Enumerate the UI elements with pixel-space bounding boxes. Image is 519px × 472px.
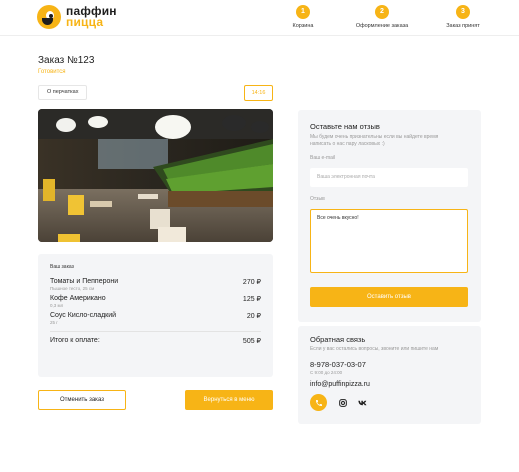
email-field[interactable]: Ваша электронная почта (310, 168, 468, 187)
phone-icon[interactable] (310, 394, 327, 411)
step-cart: 1 Корзина (263, 5, 343, 29)
contact-hours: С 9:00 до 24:00 (310, 370, 343, 375)
divider (50, 331, 261, 332)
contact-panel: Обратная связь Если у вас остались вопро… (298, 326, 481, 424)
order-time-badge: 14:16 (244, 85, 273, 101)
order-item: Томаты и Пепперони Пышное тесто, 25 см 2… (50, 278, 261, 291)
step-label: Корзина (292, 23, 314, 29)
puffin-logo-icon (37, 5, 61, 29)
step-label: Оформление заказа (355, 23, 409, 29)
order-title: Заказ №123 (38, 55, 95, 66)
step-checkout: 2 Оформление заказа (342, 5, 422, 29)
vk-icon[interactable] (358, 398, 367, 407)
step-label: Заказ принят (446, 23, 480, 29)
logo[interactable]: паффин пицца (37, 5, 117, 29)
item-detail: 0,3 мл (50, 303, 64, 308)
email-label: Ваш e-mail (310, 155, 336, 161)
order-total: Итого к оплате: 505 ₽ (50, 337, 261, 345)
review-title: Оставьте нам отзыв (310, 122, 380, 131)
instagram-icon[interactable] (338, 398, 347, 407)
item-name: Соус Кисло-сладкий (50, 312, 117, 319)
restaurant-photo (38, 109, 273, 242)
total-label: Итого к оплате: (50, 337, 100, 344)
order-item: Кофе Американо 0,3 мл 125 ₽ (50, 295, 261, 308)
step-number: 3 (456, 5, 470, 19)
contact-title: Обратная связь (310, 335, 366, 344)
header: паффин пицца 1 Корзина 2 Оформление зака… (0, 0, 519, 36)
cancel-order-button[interactable]: Отменить заказ (38, 390, 126, 410)
gloves-info-button[interactable]: О перчатках (38, 85, 88, 100)
item-price: 270 ₽ (242, 279, 261, 286)
item-name: Кофе Американо (50, 295, 106, 302)
order-item: Соус Кисло-сладкий 25 г 20 ₽ (50, 312, 261, 325)
submit-review-button[interactable]: Оставить отзыв (310, 287, 468, 307)
step-order-accepted: 3 Заказ принят (423, 5, 503, 29)
step-number: 2 (375, 5, 389, 19)
review-textarea[interactable]: Все очень вкусно! (310, 209, 468, 273)
contact-subtitle: Если у вас остались вопросы, звоните или… (310, 346, 439, 352)
order-card-label: Ваш заказ (50, 264, 74, 270)
item-detail: Пышное тесто, 25 см (50, 286, 95, 291)
order-summary-card: Ваш заказ Томаты и Пепперони Пышное тест… (38, 254, 273, 377)
item-price: 20 ₽ (246, 313, 261, 320)
logo-text-bottom: пицца (66, 15, 104, 29)
back-to-menu-button[interactable]: Вернуться в меню (185, 390, 273, 410)
social-links (310, 394, 469, 411)
order-status: Готовится (38, 69, 66, 75)
step-number: 1 (296, 5, 310, 19)
item-detail: 25 г (50, 320, 58, 325)
total-value: 505 ₽ (242, 338, 261, 345)
contact-phone[interactable]: 8-978-037-03-07 (310, 360, 469, 369)
review-form: Оставьте нам отзыв Мы будем очень призна… (298, 110, 481, 322)
review-label: Отзыв (310, 196, 325, 202)
review-subtitle: Мы будем очень признательны если вы найд… (310, 134, 439, 147)
item-name: Томаты и Пепперони (50, 278, 119, 285)
item-price: 125 ₽ (242, 296, 261, 303)
contact-email[interactable]: info@puffinpizza.ru (310, 381, 469, 388)
